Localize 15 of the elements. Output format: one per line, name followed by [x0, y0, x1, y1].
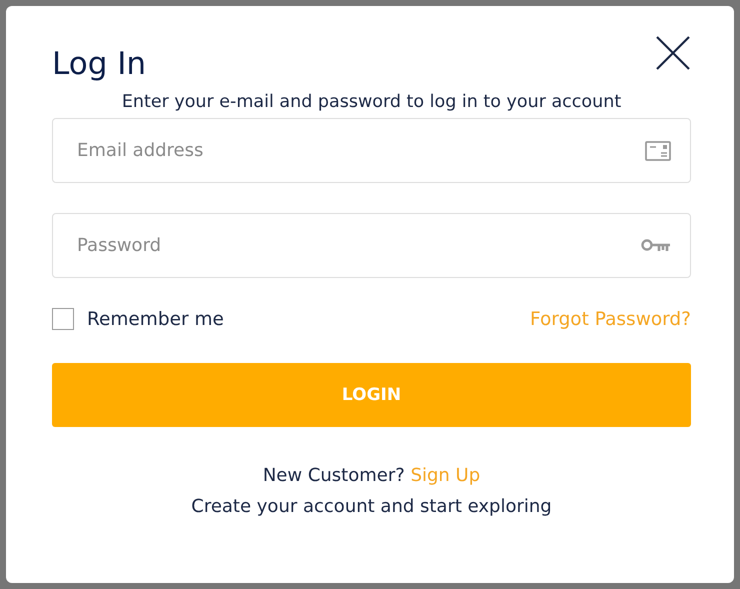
envelope-icon	[645, 140, 671, 160]
dialog-title: Log In	[52, 46, 146, 82]
remember-checkbox[interactable]	[52, 308, 74, 330]
signup-link[interactable]: Sign Up	[410, 465, 480, 486]
footer-text: Create your account and start exploring	[190, 495, 553, 519]
login-button[interactable]: LOGIN	[52, 363, 691, 427]
checkbox-label: Remember me	[87, 308, 224, 330]
subtitle: Enter your e-mail and password to log in to your account	[120, 91, 622, 114]
close-icon	[655, 35, 691, 71]
close-button[interactable]	[655, 35, 691, 71]
input-field[interactable]: Password	[52, 213, 691, 278]
key-icon	[641, 238, 671, 254]
input-field[interactable]: Email address	[52, 118, 691, 183]
signup-prompt: New Customer?	[262, 465, 405, 486]
forgot-password-link[interactable]: Forgot Password?	[530, 308, 691, 330]
